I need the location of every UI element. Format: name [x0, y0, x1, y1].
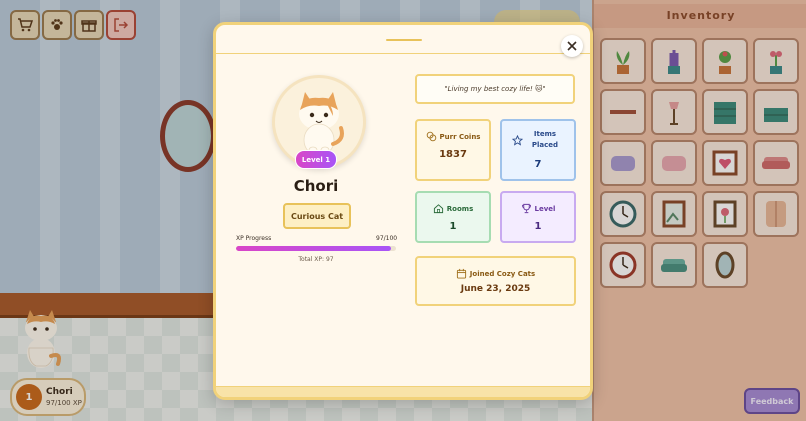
tulip-plant-icon: [770, 51, 782, 74]
inventory-title: Inventory: [594, 4, 806, 28]
logout-icon: [114, 18, 129, 32]
xp-progress-label: XP Progress: [236, 235, 272, 242]
pink-pillow-icon: [662, 156, 686, 171]
heart-frame-icon: [712, 150, 738, 176]
framed-picture-icon: [662, 200, 686, 228]
shop-button[interactable]: [10, 10, 40, 40]
cat-name: Chori: [293, 177, 339, 195]
level-pill: Level 1: [295, 150, 337, 169]
teal-nightstand-icon: [764, 108, 788, 122]
title-badge: Curious Cat: [283, 203, 351, 229]
wall-clock-icon: [609, 200, 637, 228]
cart-icon: [18, 18, 33, 32]
xp-progress-fill: [236, 246, 392, 251]
cat-quote: "Living my best cozy life! 🐱": [415, 74, 575, 104]
logout-button[interactable]: [106, 10, 136, 40]
stat-coins-value: 1837: [439, 149, 467, 160]
gift-icon: [81, 20, 97, 32]
inventory-slot[interactable]: [651, 242, 697, 288]
inventory-slot[interactable]: [651, 140, 697, 186]
modal-handle: [386, 39, 422, 41]
inventory-slot[interactable]: [651, 89, 697, 135]
inventory-slot[interactable]: [702, 191, 748, 237]
potted-plant-icon: [616, 51, 630, 74]
close-button[interactable]: [561, 35, 583, 57]
inventory-slot[interactable]: [753, 191, 799, 237]
stat-joined: Joined Cozy Cats June 23, 2025: [415, 256, 576, 306]
stat-items-value: 7: [534, 159, 542, 170]
stat-level-label: Level: [534, 204, 556, 213]
teal-loveseat-icon: [661, 259, 687, 272]
oval-mirror-icon: [715, 251, 735, 279]
stat-purr-coins: Purr Coins 1837: [415, 119, 491, 181]
modal-footer: [216, 386, 590, 397]
stat-coins-label: Purr Coins: [439, 132, 481, 141]
stat-items-label: Items Placed: [531, 130, 559, 149]
floor-lamp-icon: [669, 102, 679, 125]
inventory-slot[interactable]: [753, 38, 799, 84]
inventory-slot[interactable]: [702, 89, 748, 135]
room-cat[interactable]: [18, 308, 64, 370]
lavender-plant-icon: [668, 50, 680, 74]
player-level-badge: 1: [16, 384, 42, 410]
pink-sofa-icon: [762, 157, 790, 169]
calendar-icon: [456, 268, 466, 279]
flower-frame-icon: [713, 200, 737, 228]
stat-rooms: Rooms 1: [415, 191, 491, 243]
close-icon: [567, 41, 577, 51]
player-name: Chori: [46, 387, 73, 397]
lavender-pillow-icon: [611, 156, 635, 171]
stat-level: Level 1: [500, 191, 576, 243]
paw-icon: [51, 19, 63, 30]
inventory-panel: Inventory: [592, 0, 806, 421]
feedback-button[interactable]: Feedback: [744, 388, 800, 414]
home-icon: [433, 204, 443, 214]
stat-items-placed: Items Placed 7: [500, 119, 576, 181]
stat-level-value: 1: [534, 221, 542, 232]
xp-total: Total XP: 97: [298, 256, 334, 263]
wall-mirror[interactable]: [160, 100, 216, 172]
wall-shelf-icon: [610, 110, 636, 114]
inventory-slot[interactable]: [753, 140, 799, 186]
inventory-slot[interactable]: [600, 191, 646, 237]
xp-progress-value: 97/100: [376, 235, 398, 242]
inventory-slot[interactable]: [600, 140, 646, 186]
wardrobe-icon: [766, 201, 786, 227]
star-icon: [512, 134, 523, 146]
xp-progress-bar: [236, 246, 396, 251]
coins-icon: [426, 131, 436, 142]
inventory-slot[interactable]: [702, 140, 748, 186]
stat-joined-label: Joined Cozy Cats: [469, 269, 536, 278]
teal-dresser-icon: [714, 102, 736, 124]
inventory-grid: [600, 38, 804, 288]
profile-modal: Level 1 Chori Curious Cat XP Progress 97…: [213, 22, 593, 400]
inventory-slot[interactable]: [651, 38, 697, 84]
player-xp: 97/100 XP: [46, 399, 82, 407]
profile-button[interactable]: [42, 10, 72, 40]
flower-pot-icon: [719, 51, 731, 74]
inventory-slot[interactable]: [702, 38, 748, 84]
inventory-slot[interactable]: [600, 89, 646, 135]
stat-rooms-label: Rooms: [446, 204, 474, 213]
stat-rooms-value: 1: [449, 221, 457, 232]
inventory-slot[interactable]: [753, 89, 799, 135]
stat-joined-value: June 23, 2025: [460, 284, 531, 294]
player-card[interactable]: 1 Chori 97/100 XP: [10, 378, 86, 416]
wall-clock-red-icon: [609, 251, 637, 279]
inventory-slot[interactable]: [600, 38, 646, 84]
cat-portrait-icon: [283, 86, 355, 158]
inventory-slot[interactable]: [651, 191, 697, 237]
inventory-slot[interactable]: [702, 242, 748, 288]
inventory-slot[interactable]: [600, 242, 646, 288]
modal-divider: [216, 53, 590, 54]
trophy-icon: [521, 203, 531, 214]
gift-button[interactable]: [74, 10, 104, 40]
